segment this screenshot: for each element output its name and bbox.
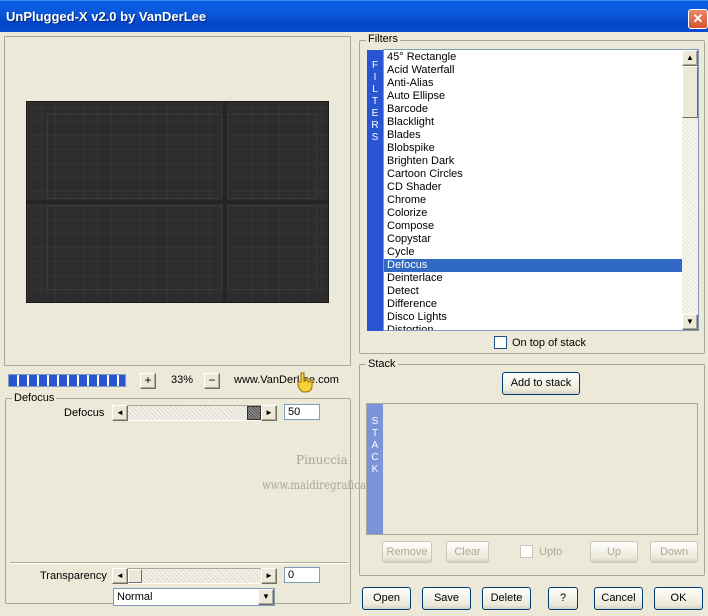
zoom-level: 33% xyxy=(170,374,194,386)
blend-mode-select[interactable]: Normal ▼ xyxy=(113,588,275,606)
filter-item[interactable]: Compose xyxy=(384,220,682,233)
preview-image[interactable] xyxy=(26,101,329,303)
stack-list[interactable]: STACK xyxy=(366,403,698,535)
zoom-out-button[interactable]: − xyxy=(204,373,220,389)
filter-item[interactable]: Blacklight xyxy=(384,116,682,129)
filter-item[interactable]: Detect xyxy=(384,285,682,298)
filter-item[interactable]: Disco Lights xyxy=(384,311,682,324)
tab-letter: T xyxy=(371,96,379,107)
filters-group-label: Filters xyxy=(366,33,400,45)
transparency-value-input[interactable]: 0 xyxy=(284,567,320,583)
tab-letter: K xyxy=(371,464,379,475)
tab-letter: T xyxy=(371,428,379,439)
transparency-right-arrow[interactable]: ► xyxy=(261,568,277,584)
defocus-value-input[interactable]: 50 xyxy=(284,404,320,420)
cancel-button[interactable]: Cancel xyxy=(594,587,643,610)
watermark-name: Pinuccia xyxy=(296,453,348,467)
progress-bar xyxy=(8,374,126,387)
filter-item[interactable]: Difference xyxy=(384,298,682,311)
defocus-track[interactable] xyxy=(128,405,261,421)
defocus-label: Defocus xyxy=(64,407,105,419)
upto-label: Upto xyxy=(539,546,563,558)
transparency-track[interactable] xyxy=(128,568,261,584)
tab-letter: C xyxy=(371,452,379,463)
tab-letter: R xyxy=(371,120,379,131)
hand-cursor-icon xyxy=(296,371,314,393)
blend-mode-value: Normal xyxy=(117,591,153,603)
defocus-thumb[interactable] xyxy=(247,406,261,420)
tab-letter: A xyxy=(371,440,379,451)
tab-letter: L xyxy=(372,84,378,95)
filter-item[interactable]: Distortion xyxy=(384,324,682,330)
open-button[interactable]: Open xyxy=(362,587,411,610)
filter-item[interactable]: Defocus xyxy=(384,259,682,272)
filter-item[interactable]: Brighten Dark xyxy=(384,155,682,168)
filter-item[interactable]: Cartoon Circles xyxy=(384,168,682,181)
tab-letter: S xyxy=(371,132,379,143)
window-title: UnPlugged-X v2.0 by VanDerLee xyxy=(6,9,207,24)
filter-item[interactable]: Acid Waterfall xyxy=(384,64,682,77)
on-top-of-stack-checkbox[interactable] xyxy=(494,336,507,349)
filter-item[interactable]: CD Shader xyxy=(384,181,682,194)
defocus-right-arrow[interactable]: ► xyxy=(261,405,277,421)
params-divider xyxy=(10,562,348,564)
ok-button[interactable]: OK xyxy=(654,587,703,610)
scroll-up-icon[interactable]: ▲ xyxy=(682,50,698,66)
chevron-down-icon[interactable]: ▼ xyxy=(258,589,274,605)
progress-fill xyxy=(9,375,125,386)
filter-item[interactable]: Copystar xyxy=(384,233,682,246)
clear-button[interactable]: Clear xyxy=(446,541,489,563)
scroll-down-icon[interactable]: ▼ xyxy=(682,314,698,330)
stack-group-label: Stack xyxy=(366,358,398,370)
preview-panel xyxy=(4,36,351,366)
filter-item[interactable]: Cycle xyxy=(384,246,682,259)
tab-letter: E xyxy=(371,108,379,119)
filters-items: 45° Rectangle Acid Waterfall Anti-Alias Aut… xyxy=(384,51,682,330)
close-icon[interactable]: ✕ xyxy=(688,9,708,29)
remove-button[interactable]: Remove xyxy=(382,541,432,563)
filter-item[interactable]: Blobspike xyxy=(384,142,682,155)
transparency-left-arrow[interactable]: ◄ xyxy=(112,568,128,584)
transparency-label: Transparency xyxy=(40,570,107,582)
filter-item[interactable]: Anti-Alias xyxy=(384,77,682,90)
filter-item[interactable]: Blades xyxy=(384,129,682,142)
transparency-thumb[interactable] xyxy=(128,569,142,583)
defocus-left-arrow[interactable]: ◄ xyxy=(112,405,128,421)
tab-letter: S xyxy=(371,416,379,427)
help-button[interactable]: ? xyxy=(548,587,578,610)
delete-button[interactable]: Delete xyxy=(482,587,531,610)
filter-item[interactable]: Chrome xyxy=(384,194,682,207)
params-group-label: Defocus xyxy=(12,392,57,404)
zoom-in-button[interactable]: + xyxy=(140,373,156,389)
filter-item[interactable]: Auto Ellipse xyxy=(384,90,682,103)
up-button[interactable]: Up xyxy=(590,541,638,563)
stack-vertical-tab: STACK xyxy=(367,404,383,534)
filters-vertical-tab: FILTERS xyxy=(367,50,383,331)
filters-list[interactable]: 45° Rectangle Acid Waterfall Anti-Alias Aut… xyxy=(383,49,699,331)
filters-scrollbar[interactable]: ▲ ▼ xyxy=(682,50,698,330)
upto-checkbox[interactable] xyxy=(520,545,533,558)
add-to-stack-button[interactable]: Add to stack xyxy=(502,372,580,395)
tab-letter: I xyxy=(373,72,377,83)
on-top-of-stack-label: On top of stack xyxy=(512,337,586,349)
tab-letter: F xyxy=(371,60,379,71)
vanderlee-link[interactable]: www.VanDerLee.com xyxy=(234,374,339,386)
filter-item[interactable]: Colorize xyxy=(384,207,682,220)
filter-item[interactable]: Barcode xyxy=(384,103,682,116)
defocus-slider[interactable]: ◄ ► xyxy=(112,405,277,421)
filter-item[interactable]: Deinterlace xyxy=(384,272,682,285)
save-button[interactable]: Save xyxy=(422,587,471,610)
title-bar: UnPlugged-X v2.0 by VanDerLee ✕ xyxy=(0,0,708,32)
scroll-thumb[interactable] xyxy=(682,66,698,118)
filter-item[interactable]: 45° Rectangle xyxy=(384,51,682,64)
transparency-slider[interactable]: ◄ ► xyxy=(112,568,277,584)
down-button[interactable]: Down xyxy=(650,541,698,563)
